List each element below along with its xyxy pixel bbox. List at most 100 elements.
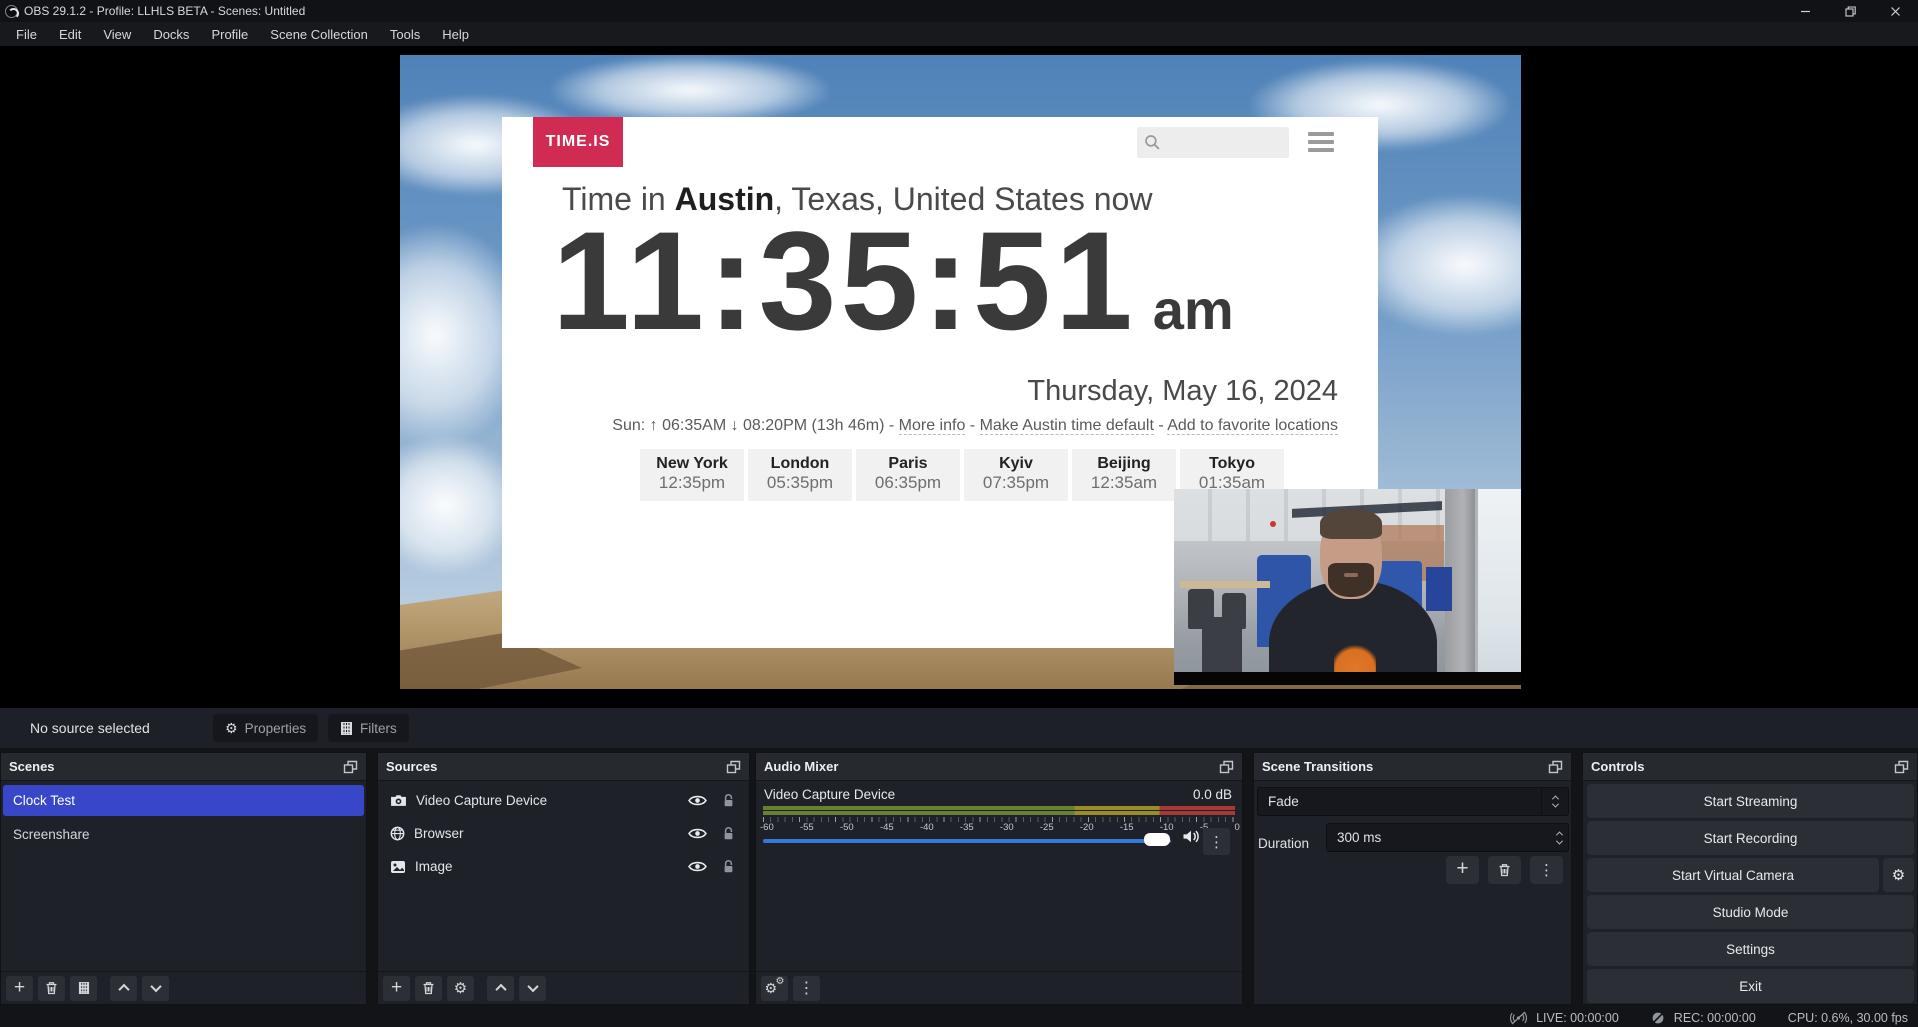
gear-icon: ⚙ xyxy=(1892,866,1905,884)
make-default-link: Make Austin time default xyxy=(980,417,1154,435)
popout-icon[interactable] xyxy=(343,760,358,774)
add-scene-button[interactable]: + xyxy=(6,976,33,1001)
virtual-camera-settings-button[interactable]: ⚙ xyxy=(1883,858,1914,892)
preview-canvas[interactable]: TIME.IS Time in Austin, Texas, United St… xyxy=(400,55,1521,689)
menu-bar: File Edit View Docks Profile Scene Colle… xyxy=(0,22,1918,46)
mixer-options-button[interactable]: ⋮ xyxy=(1203,828,1230,855)
webcam-video xyxy=(1174,489,1521,685)
exit-button[interactable]: Exit xyxy=(1587,969,1914,1003)
cloud xyxy=(550,55,830,125)
menu-docks[interactable]: Docks xyxy=(143,24,199,45)
remove-source-button[interactable] xyxy=(415,976,442,1001)
studio-mode-button[interactable]: Studio Mode xyxy=(1587,895,1914,929)
scene-filters-button[interactable] xyxy=(70,976,97,1001)
popout-icon[interactable] xyxy=(726,760,741,774)
controls-dock: Controls Start Streaming Start Recording… xyxy=(1582,752,1918,1005)
search-icon xyxy=(1144,134,1161,151)
cpu-fps-stats: CPU: 0.6%, 30.00 fps xyxy=(1788,1011,1908,1025)
move-scene-down-button[interactable] xyxy=(142,976,169,1001)
lock-icon[interactable] xyxy=(722,826,735,841)
popout-icon[interactable] xyxy=(1894,760,1909,774)
menu-scene-collection[interactable]: Scene Collection xyxy=(260,24,378,45)
transitions-title: Scene Transitions xyxy=(1262,759,1373,774)
scene-item-screenshare[interactable]: Screenshare xyxy=(3,819,364,850)
source-properties-button[interactable]: ⚙ xyxy=(447,976,474,1001)
scenes-dock: Scenes Clock Test Screenshare + xyxy=(0,752,367,1005)
restore-button[interactable] xyxy=(1828,0,1873,22)
source-item-image[interactable]: Image xyxy=(380,851,747,882)
visibility-eye-icon[interactable] xyxy=(688,860,707,873)
shirt-logo xyxy=(1334,644,1376,672)
advanced-audio-button[interactable]: ⚙⚙ xyxy=(761,976,788,1001)
settings-button[interactable]: Settings xyxy=(1587,932,1914,966)
remove-transition-button[interactable] xyxy=(1488,856,1521,884)
lock-icon[interactable] xyxy=(722,859,735,874)
preview-background: TIME.IS Time in Austin, Texas, United St… xyxy=(0,46,1918,708)
minimize-button[interactable] xyxy=(1783,0,1828,22)
remove-scene-button[interactable] xyxy=(38,976,65,1001)
start-virtual-camera-button[interactable]: Start Virtual Camera xyxy=(1587,858,1879,892)
menu-profile[interactable]: Profile xyxy=(201,24,258,45)
rec-time: REC: 00:00:00 xyxy=(1674,1011,1756,1025)
properties-button[interactable]: ⚙ Properties xyxy=(213,714,318,742)
source-item-video-capture[interactable]: Video Capture Device xyxy=(380,785,747,816)
transition-select[interactable]: Fade xyxy=(1257,787,1569,816)
clock-time: 11:35:51 xyxy=(552,205,1137,356)
move-source-down-button[interactable] xyxy=(519,976,546,1001)
visibility-eye-icon[interactable] xyxy=(688,827,707,840)
add-transition-button[interactable]: + xyxy=(1446,856,1479,884)
menu-view[interactable]: View xyxy=(93,24,141,45)
gear-icon: ⚙ xyxy=(225,720,238,737)
scenes-title: Scenes xyxy=(9,759,55,774)
sources-title: Sources xyxy=(386,759,437,774)
select-spinner[interactable] xyxy=(1541,788,1568,815)
source-item-browser[interactable]: Browser xyxy=(380,818,747,849)
popout-icon[interactable] xyxy=(1548,760,1563,774)
timeis-logo: TIME.IS xyxy=(533,117,623,167)
menu-tools[interactable]: Tools xyxy=(380,24,430,45)
city-clock: London05:35pm xyxy=(748,449,852,501)
clock-ampm: am xyxy=(1153,277,1234,342)
lock-icon[interactable] xyxy=(722,793,735,808)
more-info-link: More info xyxy=(899,417,966,435)
volume-meter xyxy=(763,806,1235,815)
filter-icon xyxy=(340,721,353,736)
globe-icon xyxy=(390,826,405,841)
volume-slider-handle[interactable] xyxy=(1144,833,1170,846)
popout-icon[interactable] xyxy=(1219,760,1234,774)
scene-item-clock-test[interactable]: Clock Test xyxy=(3,785,364,816)
duration-spinner[interactable] xyxy=(1557,824,1562,851)
live-status-icon xyxy=(1510,1011,1527,1025)
move-scene-up-button[interactable] xyxy=(110,976,137,1001)
close-button[interactable] xyxy=(1873,0,1918,22)
double-gear-icon: ⚙⚙ xyxy=(766,980,784,996)
visibility-eye-icon[interactable] xyxy=(688,794,707,807)
start-streaming-button[interactable]: Start Streaming xyxy=(1587,784,1914,818)
sources-dock: Sources Video Capture Device Browser Ima… xyxy=(377,752,750,1005)
menu-edit[interactable]: Edit xyxy=(49,24,91,45)
context-message: No source selected xyxy=(30,720,150,736)
search-box xyxy=(1137,127,1289,158)
add-favorite-link: Add to favorite locations xyxy=(1167,417,1338,435)
start-recording-button[interactable]: Start Recording xyxy=(1587,821,1914,855)
city-clock: Beijing12:35am xyxy=(1072,449,1176,501)
speaker-icon[interactable] xyxy=(1182,829,1200,849)
volume-slider[interactable] xyxy=(763,839,1171,843)
menu-help[interactable]: Help xyxy=(432,24,479,45)
filters-button[interactable]: Filters xyxy=(328,714,409,742)
duration-spinbox[interactable]: 300 ms xyxy=(1326,823,1569,852)
clock-display: 11:35:51 am xyxy=(552,205,1234,356)
transition-options-button[interactable]: ⋮ xyxy=(1530,856,1563,884)
mixer-menu-button[interactable]: ⋮ xyxy=(793,976,820,1001)
gear-icon: ⚙ xyxy=(454,979,467,997)
menu-file[interactable]: File xyxy=(6,24,47,45)
window-title: OBS 29.1.2 - Profile: LLHLS BETA - Scene… xyxy=(24,4,305,18)
obs-logo-icon xyxy=(5,5,18,18)
image-icon xyxy=(390,860,406,874)
source-context-bar: No source selected ⚙ Properties Filters xyxy=(0,708,1918,748)
date-text: Thursday, May 16, 2024 xyxy=(1027,375,1338,408)
move-source-up-button[interactable] xyxy=(487,976,514,1001)
add-source-button[interactable]: + xyxy=(383,976,410,1001)
title-bar: OBS 29.1.2 - Profile: LLHLS BETA - Scene… xyxy=(0,0,1918,22)
audio-mixer-dock: Audio Mixer Video Capture Device 0.0 dB … xyxy=(755,752,1243,1005)
